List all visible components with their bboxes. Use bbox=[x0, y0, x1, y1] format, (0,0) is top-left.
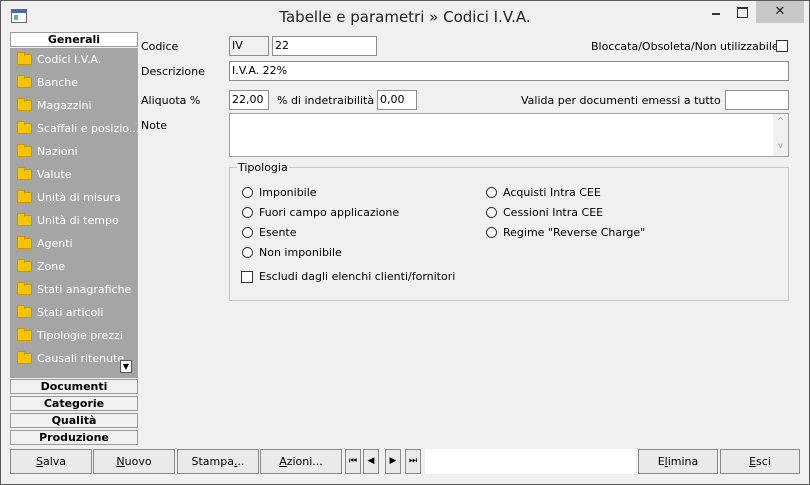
codice-label: Codice bbox=[141, 40, 179, 53]
title-bar: Tabelle e parametri » Codici I.V.A. ✕ bbox=[1, 1, 809, 31]
app-window: Tabelle e parametri » Codici I.V.A. ✕ Ge… bbox=[0, 0, 810, 485]
close-button[interactable]: ✕ bbox=[756, 1, 804, 23]
radio-non-imponibile[interactable] bbox=[242, 247, 253, 258]
folder-icon bbox=[17, 97, 32, 111]
nav-next-icon[interactable]: ▶ bbox=[385, 449, 401, 474]
sidebar-item-zone[interactable]: Zone bbox=[17, 257, 137, 277]
descrizione-field[interactable]: I.V.A. 22% bbox=[229, 61, 789, 81]
window-title: Tabelle e parametri » Codici I.V.A. bbox=[279, 8, 531, 26]
nav-last-icon[interactable]: ⏭ bbox=[405, 449, 421, 474]
folder-icon bbox=[17, 281, 32, 295]
folder-icon bbox=[17, 74, 32, 88]
sidebar-item-valute[interactable]: Valute bbox=[17, 165, 137, 185]
sidebar-item-stati-anagrafiche[interactable]: Stati anagrafiche bbox=[17, 280, 137, 300]
aliquota-label: Aliquota % bbox=[141, 94, 201, 107]
sidebar-item-tipologie-prezzi[interactable]: Tipologie prezzi bbox=[17, 326, 137, 346]
record-position-field bbox=[425, 449, 636, 474]
folder-icon bbox=[17, 350, 32, 364]
codice-field[interactable]: 22 bbox=[272, 36, 377, 56]
nuovo-button[interactable]: Nuovo bbox=[93, 449, 175, 474]
radio-fuori-campo[interactable] bbox=[242, 207, 253, 218]
valida-label: Valida per documenti emessi a tutto il bbox=[521, 94, 731, 107]
folder-icon bbox=[17, 120, 32, 134]
radio-fuori-campo-label: Fuori campo applicazione bbox=[259, 206, 400, 219]
folder-icon bbox=[17, 212, 32, 226]
descrizione-label: Descrizione bbox=[141, 65, 205, 78]
section-produzione[interactable]: Produzione bbox=[10, 430, 138, 445]
nav-prev-icon[interactable]: ◀ bbox=[363, 449, 379, 474]
sidebar-item-codici-iva[interactable]: Codici I.V.A. bbox=[17, 50, 137, 70]
esci-button[interactable]: Esci bbox=[720, 449, 800, 474]
sidebar-list: Codici I.V.A. Banche Magazzini Scaffali … bbox=[10, 48, 139, 378]
nav-first-icon[interactable]: ⏮ bbox=[345, 449, 361, 474]
radio-imponibile[interactable] bbox=[242, 187, 253, 198]
bloccata-checkbox[interactable] bbox=[776, 40, 788, 52]
folder-icon bbox=[17, 51, 32, 65]
bloccata-label: Bloccata/Obsoleta/Non utilizzabile bbox=[591, 40, 779, 53]
sidebar-item-stati-articoli[interactable]: Stati articoli bbox=[17, 303, 137, 323]
salva-button[interactable]: Salva bbox=[10, 449, 92, 474]
indetraibilita-label: % di indetraibilità bbox=[277, 94, 375, 107]
scroll-down-icon[interactable]: v bbox=[773, 141, 788, 150]
sidebar-item-causali-ritenute[interactable]: Causali ritenute bbox=[17, 349, 137, 369]
scroll-up-icon[interactable]: ^ bbox=[773, 116, 788, 125]
escludi-label: Escludi dagli elenchi clienti/fornitori bbox=[259, 270, 456, 283]
note-textarea[interactable]: ^ v bbox=[229, 113, 789, 157]
radio-reverse-charge-label: Regime "Reverse Charge" bbox=[503, 226, 646, 239]
sidebar: Generali Codici I.V.A. Banche Magazzini … bbox=[10, 32, 139, 446]
radio-acquisti-intra-cee[interactable] bbox=[486, 187, 497, 198]
minimize-button[interactable] bbox=[703, 1, 729, 23]
radio-acquisti-intra-cee-label: Acquisti Intra CEE bbox=[503, 186, 601, 199]
radio-esente[interactable] bbox=[242, 227, 253, 238]
folder-icon bbox=[17, 304, 32, 318]
folder-icon bbox=[17, 166, 32, 180]
codice-prefix-field[interactable]: IV bbox=[229, 36, 269, 56]
section-generali[interactable]: Generali bbox=[10, 32, 138, 47]
sidebar-item-unita-tempo[interactable]: Unità di tempo bbox=[17, 211, 137, 231]
scroll-down-icon[interactable]: ▼ bbox=[120, 360, 132, 373]
radio-non-imponibile-label: Non imponibile bbox=[259, 246, 342, 259]
folder-icon bbox=[17, 258, 32, 272]
elimina-button[interactable]: Elimina bbox=[638, 449, 718, 474]
sidebar-item-agenti[interactable]: Agenti bbox=[17, 234, 137, 254]
maximize-button[interactable] bbox=[729, 1, 755, 23]
escludi-checkbox[interactable] bbox=[241, 271, 253, 283]
sidebar-item-banche[interactable]: Banche bbox=[17, 73, 137, 93]
radio-cessioni-intra-cee-label: Cessioni Intra CEE bbox=[503, 206, 604, 219]
folder-icon bbox=[17, 327, 32, 341]
section-categorie[interactable]: Categorie bbox=[10, 396, 138, 411]
stampa-button[interactable]: Stampa... bbox=[177, 449, 259, 474]
close-icon: ✕ bbox=[774, 4, 786, 19]
note-label: Note bbox=[141, 119, 168, 132]
maximize-icon bbox=[737, 7, 748, 18]
section-documenti[interactable]: Documenti bbox=[10, 379, 138, 394]
sidebar-item-nazioni[interactable]: Nazioni bbox=[17, 142, 137, 162]
sidebar-item-unita-misura[interactable]: Unità di misura bbox=[17, 188, 137, 208]
sidebar-item-scaffali[interactable]: Scaffali e posizio... bbox=[17, 119, 139, 139]
tipologia-title: Tipologia bbox=[237, 161, 289, 174]
radio-cessioni-intra-cee[interactable] bbox=[486, 207, 497, 218]
radio-reverse-charge[interactable] bbox=[486, 227, 497, 238]
aliquota-field[interactable]: 22,00 bbox=[229, 90, 269, 110]
folder-icon bbox=[17, 189, 32, 203]
radio-esente-label: Esente bbox=[259, 226, 297, 239]
radio-imponibile-label: Imponibile bbox=[259, 186, 317, 199]
azioni-button[interactable]: Azioni... bbox=[260, 449, 342, 474]
valida-date-field[interactable] bbox=[725, 90, 789, 110]
note-scrollbar[interactable]: ^ v bbox=[773, 114, 788, 156]
sidebar-item-magazzini[interactable]: Magazzini bbox=[17, 96, 137, 116]
folder-icon bbox=[17, 143, 32, 157]
section-qualita[interactable]: Qualità bbox=[10, 413, 138, 428]
minimize-icon bbox=[712, 13, 720, 15]
folder-icon bbox=[17, 235, 32, 249]
indetraibilita-field[interactable]: 0,00 bbox=[377, 90, 417, 110]
